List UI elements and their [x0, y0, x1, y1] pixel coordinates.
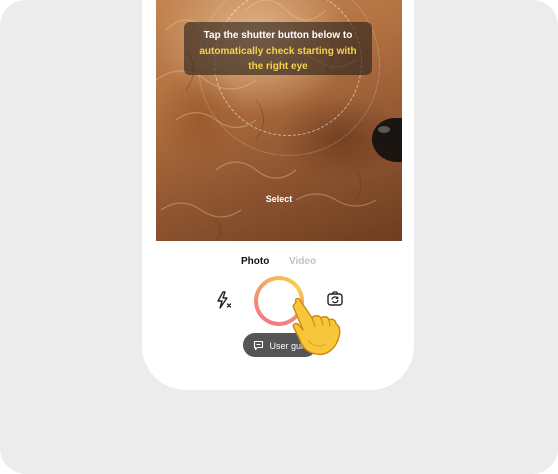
chat-bubble-icon — [253, 341, 264, 351]
flash-toggle-button[interactable] — [214, 290, 234, 310]
tab-video[interactable]: Video — [289, 256, 316, 267]
tab-photo[interactable]: Photo — [241, 256, 269, 267]
hint-line-2: automatically check starting with — [199, 45, 357, 57]
outer-card: Tap the shutter button below to automati… — [0, 0, 558, 474]
hint-line-3: the right eye — [248, 61, 308, 72]
hint-line-1: Tap the shutter button below to — [203, 30, 353, 41]
nose-highlight — [378, 126, 390, 133]
phone-screen: Tap the shutter button below to automati… — [142, 0, 414, 390]
instruction-tooltip: Tap the shutter button below to automati… — [184, 22, 372, 75]
capture-mode-tabs: Photo Video — [142, 256, 414, 270]
camera-viewfinder[interactable]: Tap the shutter button below to automati… — [156, 0, 402, 241]
flash-off-icon — [217, 291, 232, 309]
pointing-hand-icon — [292, 297, 341, 356]
select-label[interactable]: Select — [156, 194, 402, 204]
